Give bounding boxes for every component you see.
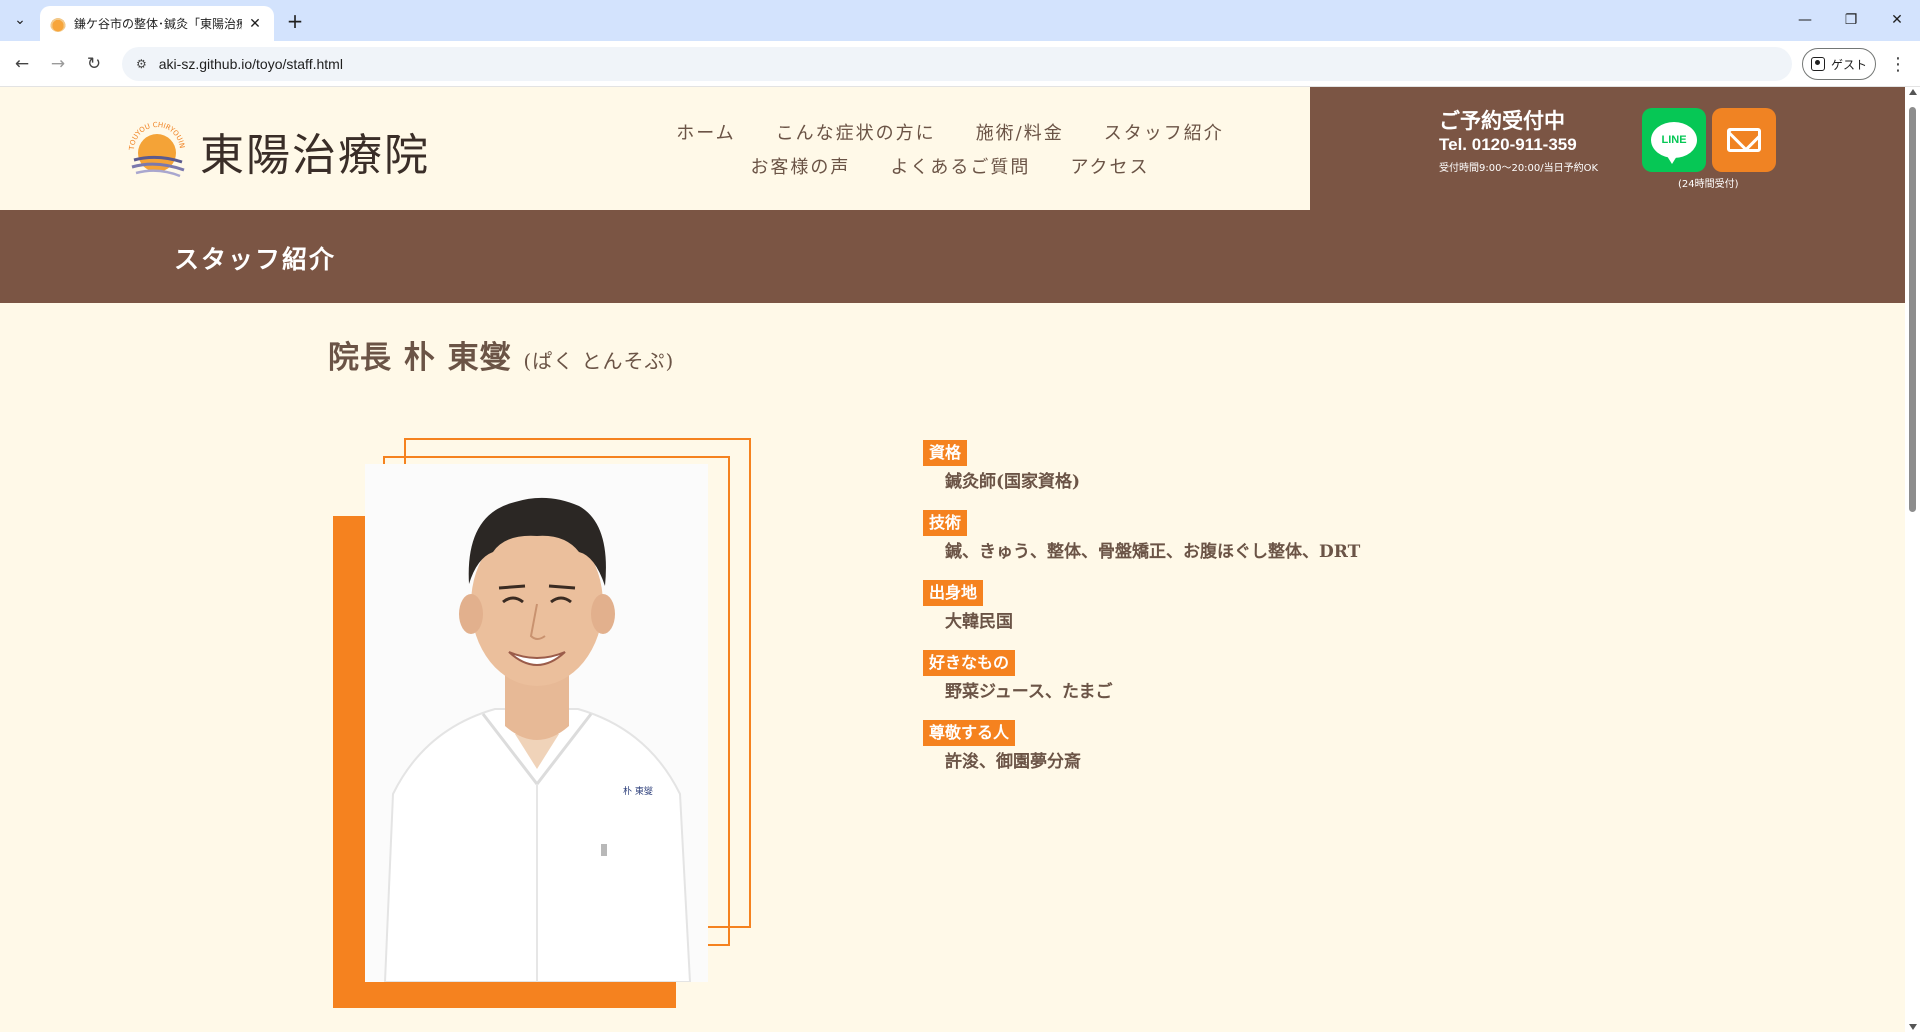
staff-name-text: 院長 朴 東燮 (328, 340, 512, 376)
close-window-icon[interactable]: ✕ (1874, 6, 1920, 34)
line-icon: LINE (1651, 122, 1697, 164)
address-bar[interactable]: ⚙ aki-sz.github.io/toyo/staff.html (122, 47, 1792, 81)
profile-item: 技術 鍼、きゅう、整体、骨盤矯正、お腹ほぐし整体、DRT (923, 510, 1523, 563)
nav-staff[interactable]: スタッフ紹介 (1084, 119, 1244, 153)
profile-item: 尊敬する人 許浚、御園夢分斎 (923, 720, 1523, 773)
mail-icon (1727, 128, 1761, 152)
profile-item: 資格 鍼灸師(国家資格) (923, 440, 1523, 493)
profile-label-skills: 技術 (923, 510, 968, 536)
reload-icon[interactable]: ↻ (80, 50, 108, 78)
staff-portrait-image: 朴 東燮 (365, 464, 708, 982)
sun-logo-icon: TOUYOU CHIRYOUIN (128, 121, 186, 178)
nav-row-2: お客様の声 よくあるご質問 アクセス (640, 153, 1260, 187)
profile-button[interactable]: ゲスト (1802, 48, 1876, 80)
profile-label-favorites: 好きなもの (923, 650, 1016, 676)
kebab-menu-icon[interactable]: ⋮ (1886, 50, 1910, 78)
restore-icon[interactable]: ❐ (1828, 6, 1874, 34)
plus-icon[interactable]: + (282, 8, 308, 34)
minimize-icon[interactable]: — (1782, 6, 1828, 34)
site-logo[interactable]: TOUYOU CHIRYOUIN 東陽治療院 (126, 119, 430, 183)
mail-button[interactable] (1712, 108, 1776, 172)
profile-label: ゲスト (1830, 57, 1867, 72)
favicon-icon (50, 15, 66, 32)
nav-access[interactable]: アクセス (1050, 153, 1169, 187)
staff-name-ruby: (ぱく とんそぷ) (523, 349, 675, 373)
site-info-icon[interactable]: ⚙ (136, 57, 147, 71)
reserve-title: ご予約受付中 (1439, 109, 1565, 133)
back-arrow-icon[interactable]: ← (8, 50, 36, 78)
logo-text: 東陽治療院 (200, 130, 430, 181)
browser-tab[interactable]: 鎌ケ谷市の整体･鍼灸「東陽治療院」 ✕ (40, 6, 274, 41)
profile-label-hometown: 出身地 (923, 580, 984, 606)
browser-tab-bar: ⌄ 鎌ケ谷市の整体･鍼灸「東陽治療院」 ✕ + — ❐ ✕ (0, 0, 1920, 41)
global-nav: ホーム こんな症状の方に 施術/料金 スタッフ紹介 お客様の声 よくあるご質問 … (640, 119, 1260, 187)
profile-item: 好きなもの 野菜ジュース、たまご (923, 650, 1523, 703)
nav-row-1: ホーム こんな症状の方に 施術/料金 スタッフ紹介 (640, 119, 1260, 153)
page-title: スタッフ紹介 (174, 245, 337, 274)
line-button[interactable]: LINE (1642, 108, 1706, 172)
scroll-down-arrow-icon[interactable] (1909, 1024, 1917, 1030)
profile-value-qualification: 鍼灸師(国家資格) (945, 472, 1081, 492)
tab-title: 鎌ケ谷市の整体･鍼灸「東陽治療院」 (74, 17, 242, 31)
reserve-phone[interactable]: Tel. 0120-911-359 (1439, 135, 1577, 155)
staff-profile: 資格 鍼灸師(国家資格) 技術 鍼、きゅう、整体、骨盤矯正、お腹ほぐし整体、DR… (923, 440, 1523, 790)
scroll-thumb[interactable] (1909, 107, 1916, 512)
nav-home[interactable]: ホーム (656, 119, 755, 153)
tab-list-icon[interactable]: ⌄ (8, 8, 32, 32)
mail-caption: (24時間受付) (1678, 179, 1739, 190)
nav-symptoms[interactable]: こんな症状の方に (756, 119, 956, 153)
nav-treatment-price[interactable]: 施術/料金 (956, 119, 1084, 153)
name-tag-text: 朴 東燮 (623, 785, 653, 797)
profile-value-favorites: 野菜ジュース、たまご (945, 682, 1113, 702)
web-page: TOUYOU CHIRYOUIN 東陽治療院 ホーム こんな症状の方に 施術/料… (0, 87, 1905, 1032)
page-scrollbar[interactable] (1905, 87, 1920, 1032)
profile-icon (1810, 57, 1825, 71)
forward-arrow-icon[interactable]: → (44, 50, 72, 78)
staff-photo: 朴 東燮 (365, 464, 708, 982)
site-header: TOUYOU CHIRYOUIN 東陽治療院 ホーム こんな症状の方に 施術/料… (0, 87, 1310, 210)
browser-toolbar: ← → ↻ ⚙ aki-sz.github.io/toyo/staff.html… (0, 41, 1920, 87)
nav-faq[interactable]: よくあるご質問 (870, 153, 1050, 187)
reserve-hours: 受付時間9:00〜20:00/当日予約OK (1439, 163, 1599, 174)
close-icon[interactable]: ✕ (246, 16, 264, 32)
scroll-up-arrow-icon[interactable] (1909, 89, 1917, 95)
staff-name: 院長 朴 東燮 (ぱく とんそぷ) (328, 332, 674, 377)
staff-photo-area: 朴 東燮 (333, 438, 753, 1008)
url-text[interactable]: aki-sz.github.io/toyo/staff.html (159, 56, 343, 72)
contact-panel: ご予約受付中 Tel. 0120-911-359 受付時間9:00〜20:00/… (1310, 87, 1905, 210)
page-title-band: スタッフ紹介 (0, 210, 1905, 303)
profile-value-respected: 許浚、御園夢分斎 (945, 752, 1081, 772)
nav-voices[interactable]: お客様の声 (730, 153, 870, 187)
profile-value-skills: 鍼、きゅう、整体、骨盤矯正、お腹ほぐし整体、DRT (945, 542, 1361, 562)
profile-item: 出身地 大韓民国 (923, 580, 1523, 633)
profile-value-hometown: 大韓民国 (945, 612, 1013, 632)
profile-label-qualification: 資格 (923, 440, 968, 466)
profile-label-respected: 尊敬する人 (923, 720, 1016, 746)
